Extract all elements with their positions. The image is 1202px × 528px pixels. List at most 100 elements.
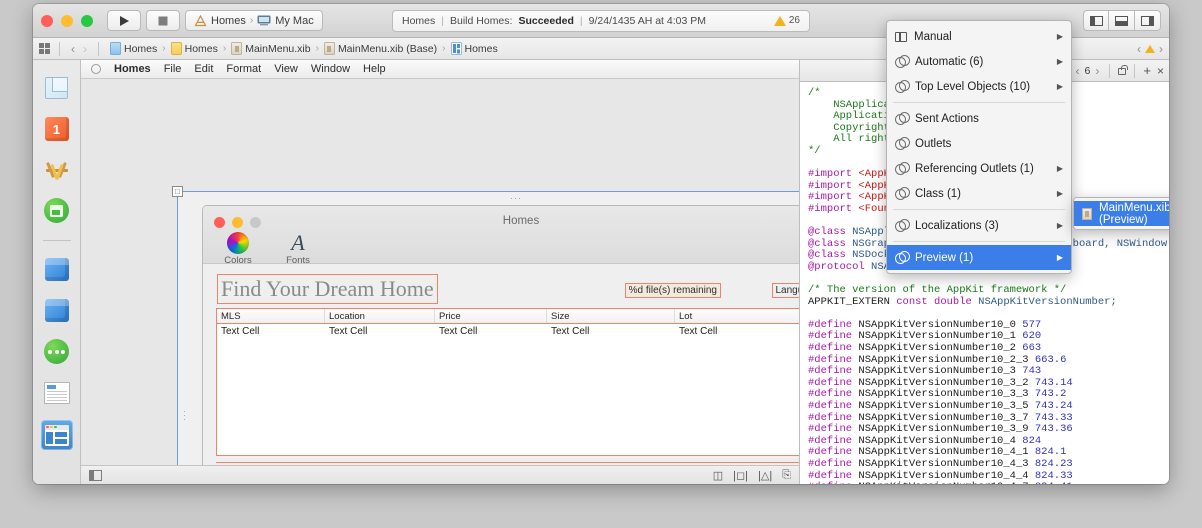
- menu-item-outlets[interactable]: Outlets: [887, 131, 1071, 156]
- files-remaining-label[interactable]: %d file(s) remaining: [624, 283, 721, 298]
- toggle-debug-area-button[interactable]: [1109, 10, 1135, 31]
- file-template-library-item[interactable]: [43, 74, 71, 102]
- lock-icon[interactable]: [1118, 65, 1128, 75]
- xcode-window: Homes › My Mac Homes | Build Homes: Succ…: [33, 4, 1169, 484]
- stop-button[interactable]: [146, 10, 180, 31]
- menu-item-automatic-6[interactable]: Automatic (6) ▶: [887, 49, 1071, 74]
- menu-item-homes[interactable]: Homes: [114, 63, 151, 75]
- code-snippet-library-item[interactable]: 1: [43, 115, 71, 143]
- headline-label[interactable]: Find Your Dream Home: [217, 274, 438, 304]
- breadcrumb-item-project[interactable]: Homes: [110, 42, 157, 55]
- table-cell: Text Cell: [221, 326, 260, 337]
- run-button[interactable]: [107, 10, 141, 31]
- toggle-utilities-button[interactable]: [1135, 10, 1161, 31]
- language-label[interactable]: Language: [771, 283, 799, 298]
- resizing-behavior-icon[interactable]: ⎘: [782, 469, 791, 482]
- canvas-scroll-area[interactable]: □ ··· ··· ··· Homes: [81, 79, 799, 484]
- green-dots-item[interactable]: [43, 338, 71, 366]
- menu-item-localizations-3[interactable]: Localizations (3) ▶: [887, 213, 1071, 238]
- divider: [98, 41, 99, 56]
- media-list-item[interactable]: [43, 379, 71, 407]
- interface-builder-item[interactable]: [40, 420, 73, 450]
- breadcrumb-item-ib-object[interactable]: Homes: [450, 42, 498, 55]
- resolve-autolayout-icon[interactable]: |△|: [758, 469, 772, 482]
- close-window-button[interactable]: [41, 14, 53, 27]
- breadcrumb-item-xib-base[interactable]: MainMenu.xib (Base): [323, 42, 437, 55]
- drag-dots-top[interactable]: ···: [510, 193, 522, 203]
- menu-item-format[interactable]: Format: [226, 63, 261, 75]
- column-header-location[interactable]: Location: [325, 309, 435, 323]
- table-cell: Text Cell: [679, 326, 718, 337]
- project-icon: [110, 42, 121, 55]
- xib-icon: [1082, 207, 1092, 220]
- column-header-mls[interactable]: MLS: [217, 309, 325, 323]
- assistant-next-button[interactable]: ›: [1093, 64, 1101, 78]
- canvas-bottom-bar: ◫ |◻| |△| ⎘: [81, 465, 799, 484]
- selection-handle-top-left[interactable]: □: [172, 186, 183, 197]
- divider: [1109, 63, 1111, 78]
- drag-dots-left[interactable]: ···: [180, 410, 190, 422]
- menu-separator: [893, 102, 1065, 103]
- sawhorse-icon: [43, 156, 71, 182]
- utilities-pane-icon: [1141, 15, 1154, 26]
- status-warning-badge[interactable]: 26: [773, 15, 800, 26]
- colors-toolbar-item[interactable]: Colors: [217, 232, 259, 266]
- menu-item-file[interactable]: File: [164, 63, 182, 75]
- next-issue-button[interactable]: ›: [1157, 42, 1165, 56]
- back-button[interactable]: ‹: [69, 42, 77, 56]
- menu-item-preview-1[interactable]: Preview (1) ▶: [887, 245, 1071, 270]
- document-outline-toggle-icon[interactable]: [89, 469, 102, 481]
- forward-button[interactable]: ›: [81, 42, 89, 56]
- scheme-selector[interactable]: Homes › My Mac: [185, 10, 323, 31]
- object-cube-item-2[interactable]: [43, 297, 71, 325]
- breadcrumb-label: Homes: [124, 42, 158, 55]
- jump-bar-left: ‹ ›: [33, 41, 104, 56]
- column-header-lot[interactable]: Lot: [675, 309, 799, 323]
- align-icon[interactable]: ◫: [713, 469, 723, 482]
- autolayout-controls: ◫ |◻| |△| ⎘: [713, 469, 791, 482]
- column-header-size[interactable]: Size: [547, 309, 675, 323]
- object-cube-item-1[interactable]: [43, 256, 71, 284]
- rings-icon: [895, 80, 910, 93]
- breadcrumb-item-xib[interactable]: MainMenu.xib: [231, 42, 311, 55]
- submenu-arrow-icon: ▶: [1056, 221, 1063, 230]
- menu-item-window[interactable]: Window: [311, 63, 350, 75]
- fonts-toolbar-item[interactable]: A Fonts: [277, 232, 319, 267]
- breadcrumb-item-folder[interactable]: Homes: [170, 42, 218, 55]
- pin-icon[interactable]: |◻|: [733, 469, 748, 482]
- preview-selection-frame[interactable]: □ ··· ··· ··· Homes: [172, 186, 799, 484]
- menu-item-referencing-outlets-1[interactable]: Referencing Outlets (1) ▶: [887, 156, 1071, 181]
- rings-icon: [895, 251, 910, 264]
- menu-separator: [893, 241, 1065, 242]
- submenu-arrow-icon: ▶: [1056, 164, 1063, 173]
- assistant-prev-button[interactable]: ‹: [1074, 64, 1082, 78]
- menu-item-class-1[interactable]: Class (1) ▶: [887, 181, 1071, 206]
- column-header-price[interactable]: Price: [435, 309, 547, 323]
- media-library-item[interactable]: [43, 197, 71, 225]
- menu-item-view[interactable]: View: [274, 63, 298, 75]
- menu-item-edit[interactable]: Edit: [194, 63, 213, 75]
- connections-context-menu[interactable]: Manual ▶ Automatic (6) ▶ Top Level Objects (…: [886, 20, 1072, 274]
- toggle-navigator-button[interactable]: [1083, 10, 1109, 31]
- menu-item-top-level-objects-10[interactable]: Top Level Objects (10) ▶: [887, 74, 1071, 99]
- object-library-item[interactable]: [43, 156, 71, 184]
- previous-issue-button[interactable]: ‹: [1135, 42, 1143, 56]
- green-dots-icon: [44, 339, 69, 364]
- submenu-arrow-icon: ▶: [1056, 189, 1063, 198]
- table-row[interactable]: Text Cell Text Cell Text Cell Text Cell …: [217, 324, 799, 340]
- add-assistant-editor-button[interactable]: +: [1143, 63, 1151, 78]
- assistant-counter: 6: [1084, 64, 1091, 77]
- preview-submenu[interactable]: MainMenu.xib (Preview): [1073, 197, 1169, 230]
- minimize-window-button[interactable]: [61, 14, 73, 27]
- zoom-window-button[interactable]: [81, 14, 93, 27]
- xib-icon: [231, 42, 243, 55]
- listings-table[interactable]: MLS Location Price Size Lot Text Cell Te…: [216, 308, 799, 456]
- menu-item-sent-actions[interactable]: Sent Actions: [887, 106, 1071, 131]
- menu-item-manual[interactable]: Manual ▶: [887, 24, 1071, 49]
- submenu-item-mainmenu-xib-preview[interactable]: MainMenu.xib (Preview): [1074, 201, 1169, 226]
- menu-item-help[interactable]: Help: [363, 63, 386, 75]
- close-assistant-editor-button[interactable]: ×: [1154, 64, 1164, 78]
- breadcrumb-separator: ›: [162, 43, 166, 54]
- related-items-icon[interactable]: [39, 43, 50, 54]
- folder-icon: [170, 42, 182, 55]
